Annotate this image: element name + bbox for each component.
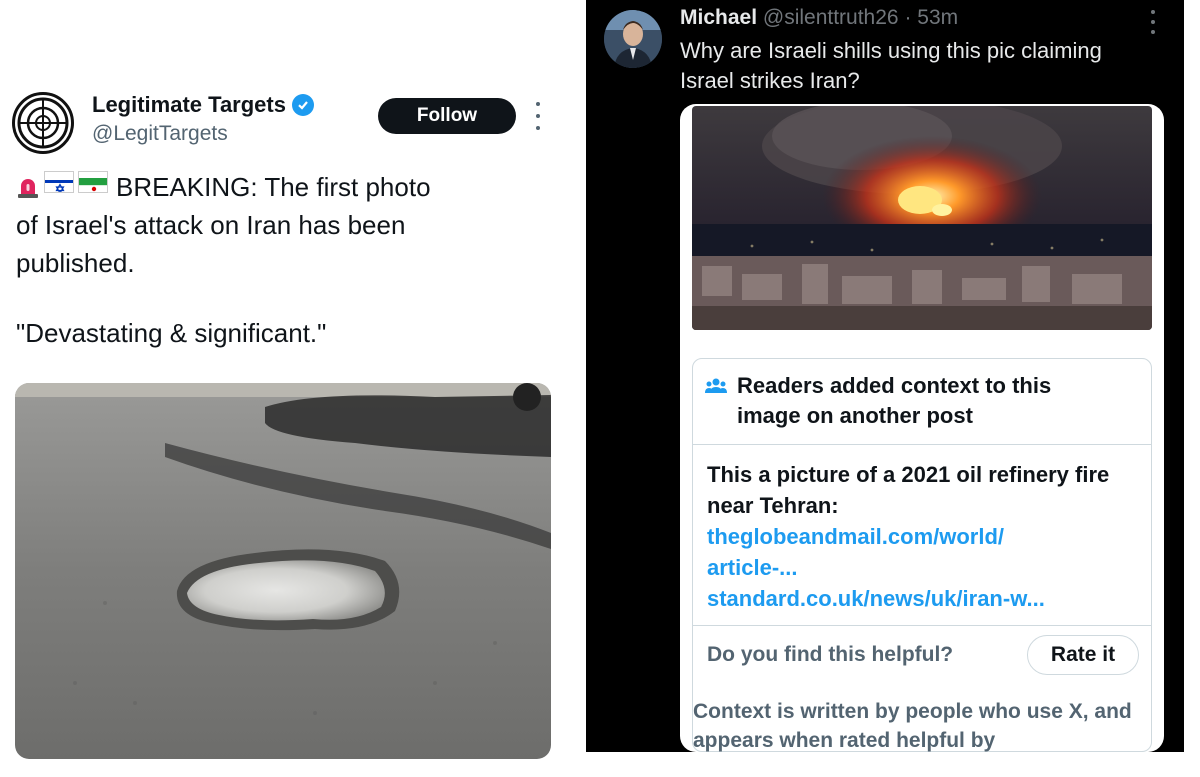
emoji-row <box>16 171 108 198</box>
avatar[interactable] <box>604 10 662 68</box>
note-link-globe-1[interactable]: theglobeandmail.com/world/ <box>707 521 1137 552</box>
note-link-standard[interactable]: standard.co.uk/news/uk/iran-w... <box>707 583 1137 614</box>
people-icon <box>705 377 727 397</box>
author-handle[interactable]: @LegitTargets <box>92 122 228 146</box>
iran-flag-icon <box>78 171 108 193</box>
more-options-icon[interactable] <box>532 102 544 130</box>
reply-timestamp[interactable]: 53m <box>917 6 958 29</box>
community-note: Readers added context to this image on a… <box>692 358 1152 752</box>
meta-separator: · <box>898 6 918 29</box>
community-note-text: This a picture of a 2021 oil refinery fi… <box>707 462 1110 518</box>
rate-it-button[interactable]: Rate it <box>1027 635 1139 675</box>
crosshair-logo-icon[interactable] <box>12 92 74 154</box>
siren-icon <box>16 171 40 198</box>
tweet-line-3: published. <box>16 248 135 278</box>
reply-author-handle[interactable]: @silenttruth26 <box>763 6 899 29</box>
helpful-question: Do you find this helpful? <box>707 643 954 666</box>
reply-author-name[interactable]: Michael <box>680 6 757 29</box>
author-name[interactable]: Legitimate Targets <box>92 92 286 118</box>
left-tweet-screenshot: Legitimate Targets @LegitTargets Follow <box>0 0 570 777</box>
pothole-photo[interactable] <box>15 383 551 759</box>
verified-badge-icon <box>291 94 314 116</box>
community-note-body: This a picture of a 2021 oil refinery fi… <box>707 459 1137 614</box>
tweet-line-1: BREAKING: The first photo <box>116 172 431 202</box>
tweet-text: BREAKING: The first photo of Israel's at… <box>16 168 536 282</box>
more-options-icon[interactable] <box>1148 10 1158 34</box>
tweet-quote: "Devastating & significant." <box>16 318 327 348</box>
note-divider <box>693 625 1151 626</box>
tweet-line-2: of Israel's attack on Iran has been <box>16 210 406 240</box>
community-note-footer: Context is written by people who use X, … <box>693 700 1132 752</box>
author-name-row[interactable]: Legitimate Targets <box>92 92 314 118</box>
israel-flag-icon <box>44 171 74 193</box>
community-note-title: Readers added context to this image on a… <box>737 373 1052 428</box>
refinery-fire-photo[interactable] <box>692 106 1152 330</box>
media-card: Readers added context to this image on a… <box>680 104 1164 752</box>
reply-meta: Michael @silenttruth26 · 53m <box>680 6 958 30</box>
note-link-globe-2[interactable]: article-... <box>707 552 1137 583</box>
right-tweet-screenshot: Michael @silenttruth26 · 53m Why are Isr… <box>586 0 1184 752</box>
reply-text: Why are Israeli shills using this pic cl… <box>680 38 1102 93</box>
community-note-header: Readers added context to this image on a… <box>693 359 1151 445</box>
follow-button[interactable]: Follow <box>378 98 516 134</box>
